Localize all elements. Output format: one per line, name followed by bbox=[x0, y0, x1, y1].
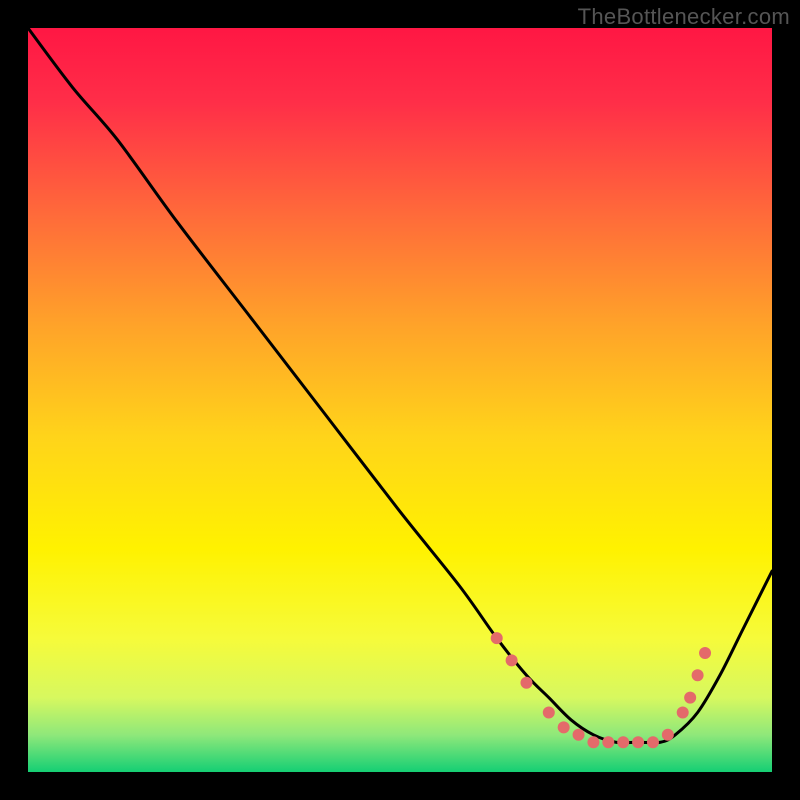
highlight-dot bbox=[699, 647, 711, 659]
gradient-background bbox=[28, 28, 772, 772]
bottleneck-chart bbox=[28, 28, 772, 772]
highlight-dot bbox=[684, 692, 696, 704]
highlight-dot bbox=[617, 736, 629, 748]
highlight-dot bbox=[677, 706, 689, 718]
highlight-dot bbox=[558, 721, 570, 733]
highlight-dot bbox=[662, 729, 674, 741]
highlight-dot bbox=[692, 669, 704, 681]
highlight-dot bbox=[520, 677, 532, 689]
highlight-dot bbox=[632, 736, 644, 748]
highlight-dot bbox=[573, 729, 585, 741]
highlight-dot bbox=[543, 706, 555, 718]
highlight-dot bbox=[491, 632, 503, 644]
highlight-dot bbox=[587, 736, 599, 748]
highlight-dot bbox=[506, 654, 518, 666]
highlight-dot bbox=[602, 736, 614, 748]
highlight-dot bbox=[647, 736, 659, 748]
watermark-label: TheBottlenecker.com bbox=[578, 4, 790, 30]
chart-frame: TheBottlenecker.com bbox=[0, 0, 800, 800]
plot-area bbox=[28, 28, 772, 772]
